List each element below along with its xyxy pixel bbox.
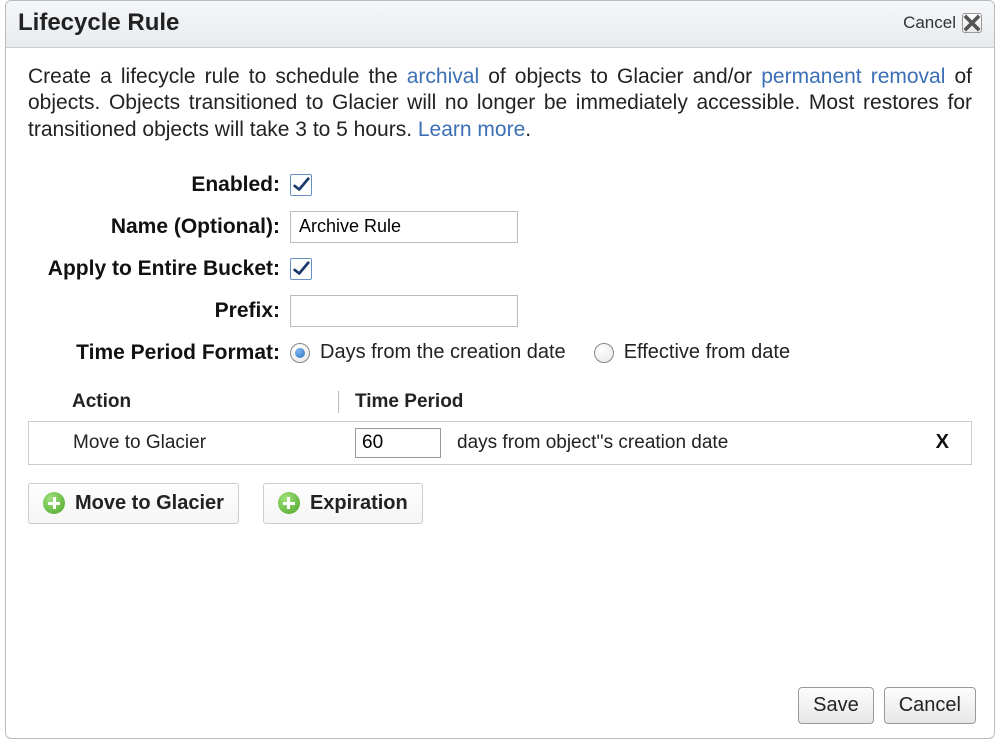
- add-buttons: Move to Glacier Expiration: [28, 483, 972, 524]
- lifecycle-rule-dialog: Lifecycle Rule Cancel Create a lifecycle…: [5, 0, 995, 739]
- save-button[interactable]: Save: [798, 687, 874, 724]
- add-glacier-label: Move to Glacier: [75, 492, 224, 515]
- plus-icon: [43, 492, 65, 514]
- actions-table: Action Time Period Move to Glacier days …: [28, 391, 972, 465]
- cancel-button[interactable]: Cancel: [884, 687, 976, 724]
- intro-period: .: [525, 118, 531, 141]
- radio-effective-from-date[interactable]: Effective from date: [594, 341, 790, 364]
- add-move-to-glacier-button[interactable]: Move to Glacier: [28, 483, 239, 524]
- label-bucket: Apply to Entire Bucket:: [28, 257, 290, 281]
- radio-icon: [594, 343, 614, 363]
- radio-effective-label: Effective from date: [624, 341, 790, 364]
- remove-row-icon[interactable]: X: [936, 431, 949, 454]
- intro-mid1: of objects to Glacier and/or: [479, 65, 761, 88]
- col-time-header: Time Period: [338, 391, 972, 413]
- prefix-input[interactable]: [290, 295, 518, 327]
- name-input[interactable]: [290, 211, 518, 243]
- row-bucket: Apply to Entire Bucket:: [28, 257, 972, 281]
- label-name: Name (Optional):: [28, 215, 290, 239]
- dialog-footer: Save Cancel: [798, 687, 976, 724]
- cancel-link-top[interactable]: Cancel: [903, 13, 956, 33]
- intro-pre: Create a lifecycle rule to schedule the: [28, 65, 407, 88]
- radio-days-from-creation[interactable]: Days from the creation date: [290, 341, 566, 364]
- intro-text: Create a lifecycle rule to schedule the …: [28, 64, 972, 143]
- time-value-input[interactable]: [355, 428, 441, 458]
- action-time: days from object''s creation date X: [339, 428, 971, 458]
- add-expiration-label: Expiration: [310, 492, 408, 515]
- radio-icon: [290, 343, 310, 363]
- close-icon[interactable]: [962, 13, 982, 33]
- row-enabled: Enabled:: [28, 173, 972, 197]
- archival-link[interactable]: archival: [407, 65, 479, 88]
- row-prefix: Prefix:: [28, 295, 972, 327]
- label-enabled: Enabled:: [28, 173, 290, 197]
- titlebar-actions: Cancel: [903, 13, 982, 33]
- dialog-body: Create a lifecycle rule to schedule the …: [6, 48, 994, 738]
- enabled-checkbox[interactable]: [290, 174, 312, 196]
- actions-header: Action Time Period: [28, 391, 972, 421]
- label-period: Time Period Format:: [28, 341, 290, 365]
- permanent-removal-link[interactable]: permanent removal: [761, 65, 945, 88]
- row-name: Name (Optional):: [28, 211, 972, 243]
- action-label: Move to Glacier: [29, 432, 339, 454]
- bucket-checkbox[interactable]: [290, 258, 312, 280]
- learn-more-link[interactable]: Learn more: [418, 118, 525, 141]
- add-expiration-button[interactable]: Expiration: [263, 483, 423, 524]
- row-period-format: Time Period Format: Days from the creati…: [28, 341, 972, 365]
- col-action-header: Action: [28, 391, 338, 413]
- label-prefix: Prefix:: [28, 299, 290, 323]
- table-row: Move to Glacier days from object''s crea…: [28, 421, 972, 465]
- plus-icon: [278, 492, 300, 514]
- time-suffix: days from object''s creation date: [457, 432, 728, 454]
- dialog-title: Lifecycle Rule: [18, 9, 179, 37]
- dialog-titlebar: Lifecycle Rule Cancel: [6, 1, 994, 48]
- radio-days-label: Days from the creation date: [320, 341, 566, 364]
